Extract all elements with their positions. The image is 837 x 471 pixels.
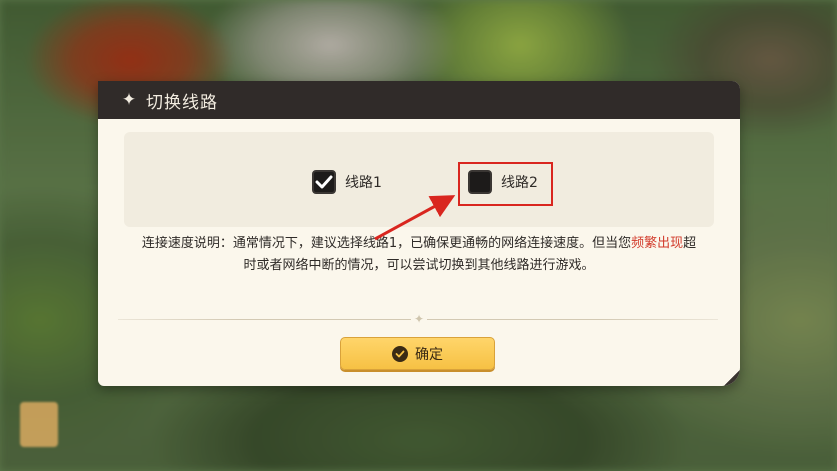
switch-route-dialog: ✦ 切换线路 线路1 线路2 连接速度说明：通常情况下，建议选择线路1，已确保更… — [98, 81, 740, 386]
connection-speed-description: 连接速度说明：通常情况下，建议选择线路1，已确保更通畅的网络连接速度。但当您频繁… — [136, 233, 702, 277]
description-text-part1: 连接速度说明：通常情况下，建议选择线路1，已确保更通畅的网络连接速度。但当您 — [141, 236, 632, 251]
route-1-checkbox[interactable] — [312, 170, 336, 194]
confirm-label: 确定 — [415, 346, 443, 363]
route-options-panel: 线路1 线路2 — [124, 132, 714, 227]
sparkle-icon: ✦ — [121, 90, 137, 110]
route-1-label: 线路1 — [345, 175, 382, 191]
check-icon — [315, 175, 333, 189]
confirm-check-glyph — [395, 350, 405, 357]
route-option-1[interactable]: 线路1 — [312, 170, 382, 194]
divider-star-icon: ✦ — [411, 311, 427, 327]
corner-thumbnail — [20, 402, 58, 447]
dialog-title: 切换线路 — [146, 92, 218, 113]
annotation-highlight-box — [458, 162, 553, 206]
dialog-corner-decoration — [724, 370, 740, 386]
dialog-header: ✦ 切换线路 — [98, 81, 740, 119]
confirm-button[interactable]: 确定 — [340, 337, 495, 370]
check-circle-icon — [392, 345, 408, 362]
description-highlight: 频繁出现 — [631, 236, 684, 251]
